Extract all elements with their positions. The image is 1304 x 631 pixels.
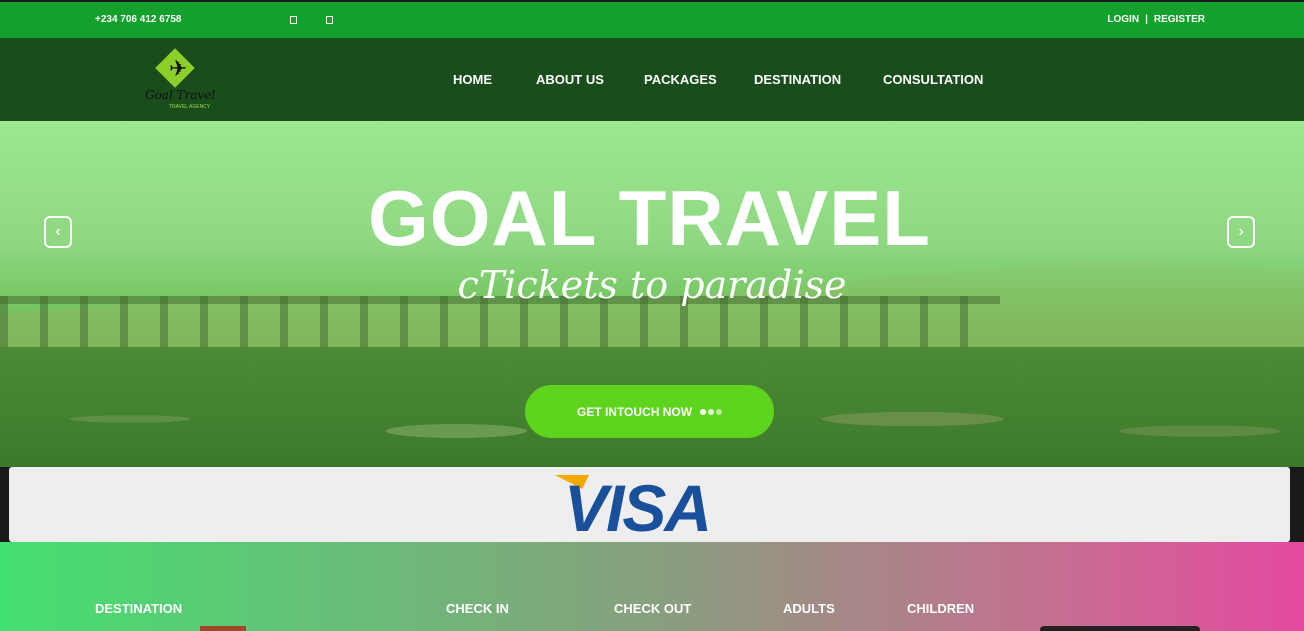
nav-item-about-us[interactable]: ABOUT US	[536, 72, 604, 87]
nav-item-consultation[interactable]: CONSULTATION	[883, 72, 983, 87]
adults-label: ADULTS	[783, 601, 835, 616]
hero-tagline: cTickets to paradise	[457, 263, 847, 307]
check-out-label: CHECK OUT	[614, 601, 692, 616]
logo-name: Goal Travel	[145, 88, 216, 102]
top-bar: +234 706 412 6758 LOGIN | REGISTER	[0, 2, 1304, 38]
nav-item-destination[interactable]: DESTINATION	[754, 72, 841, 87]
nav-item-home[interactable]: HOME	[453, 72, 492, 87]
partner-strip: VISA	[9, 467, 1290, 545]
visa-logo: VISA	[564, 471, 712, 545]
main-navbar: ✈ Goal Travel TRAVEL AGENCY HOME ABOUT U…	[0, 38, 1304, 121]
phone-number[interactable]: +234 706 412 6758	[95, 14, 181, 25]
slider-next-icon[interactable]: ›	[1227, 216, 1255, 248]
dots-icon	[700, 408, 723, 415]
search-button[interactable]	[1040, 626, 1200, 631]
social-icon[interactable]	[326, 16, 333, 24]
cta-label: GET INTOUCH NOW	[576, 404, 693, 419]
destination-input[interactable]	[200, 626, 246, 631]
get-in-touch-button[interactable]: GET INTOUCH NOW	[525, 385, 774, 438]
logo-subtitle: TRAVEL AGENCY	[169, 104, 211, 110]
hero-title: GOAL TRAVEL	[368, 174, 931, 262]
slider-prev-icon[interactable]: ‹	[44, 216, 72, 248]
check-in-label: CHECK IN	[446, 601, 509, 616]
site-logo[interactable]: ✈ Goal Travel TRAVEL AGENCY	[143, 48, 216, 112]
login-link[interactable]: LOGIN	[1107, 14, 1139, 25]
auth-links: LOGIN | REGISTER	[1107, 14, 1205, 25]
social-icon[interactable]	[290, 16, 297, 24]
booking-search-panel: DESTINATION CHECK IN CHECK OUT ADULTS CH…	[0, 542, 1304, 631]
nav-item-packages[interactable]: PACKAGES	[644, 72, 717, 87]
register-link[interactable]: REGISTER	[1154, 14, 1205, 25]
destination-label: DESTINATION	[95, 601, 183, 616]
airplane-icon: ✈	[169, 56, 188, 81]
children-label: CHILDREN	[907, 601, 975, 616]
auth-separator: |	[1145, 14, 1148, 25]
hero-slider: GOAL TRAVEL cTickets to paradise ‹ › GET…	[0, 121, 1304, 467]
